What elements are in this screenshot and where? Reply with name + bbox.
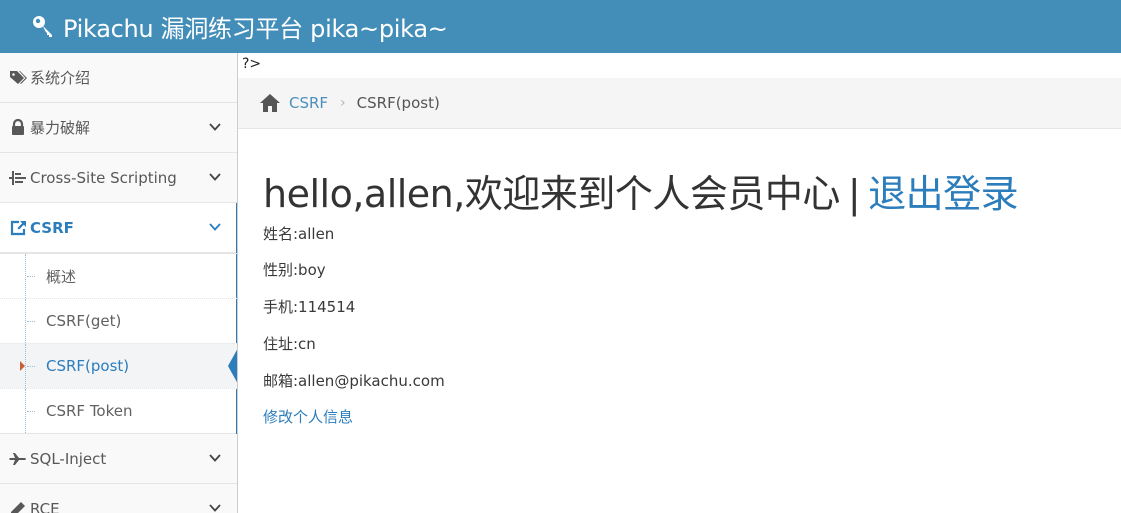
chevron-down-icon[interactable] <box>208 451 222 465</box>
submenu-item-csrf-post[interactable]: CSRF(post) <box>0 343 237 388</box>
chevron-down-icon[interactable] <box>208 120 222 134</box>
title-divider: | <box>847 172 861 216</box>
sidebar-item-label: CSRF <box>30 218 74 237</box>
profile-email: 邮箱:allen@pikachu.com <box>263 372 445 390</box>
list-icon <box>8 168 28 188</box>
sidebar-item-bruteforce[interactable]: 暴力破解 <box>0 103 237 153</box>
breadcrumb: CSRF › CSRF(post) <box>238 78 1121 129</box>
page-title: hello,allen,欢迎来到个人会员中心 | 退出登录 <box>263 163 1019 218</box>
stray-php-text: ?> <box>242 56 262 72</box>
sidebar: 系统介绍 暴力破解 Cross-Site Scripting CSRF 概述 C… <box>0 53 238 513</box>
sidebar-item-label: Cross-Site Scripting <box>30 168 177 187</box>
plane-icon <box>8 449 28 469</box>
brand[interactable]: Pikachu 漏洞练习平台 pika~pika~ <box>31 9 448 43</box>
breadcrumb-separator: › <box>340 95 346 111</box>
csrf-submenu: 概述 CSRF(get) CSRF(post) CSRF Token <box>0 253 237 434</box>
profile-address: 住址:cn <box>263 335 316 353</box>
submenu-item-label: 概述 <box>46 267 77 286</box>
brand-title: Pikachu 漏洞练习平台 pika~pika~ <box>63 14 448 43</box>
sidebar-item-sqli[interactable]: SQL-Inject <box>0 434 237 484</box>
greeting-text: hello,allen,欢迎来到个人会员中心 <box>263 172 840 216</box>
sidebar-item-label: 暴力破解 <box>30 119 91 137</box>
sidebar-item-xss[interactable]: Cross-Site Scripting <box>0 153 237 203</box>
top-navbar: Pikachu 漏洞练习平台 pika~pika~ <box>0 0 1121 53</box>
active-pointer-icon <box>228 348 237 384</box>
breadcrumb-current: CSRF(post) <box>356 94 440 112</box>
breadcrumb-link-csrf[interactable]: CSRF <box>289 94 328 112</box>
sidebar-item-intro[interactable]: 系统介绍 <box>0 53 237 103</box>
logout-link[interactable]: 退出登录 <box>868 172 1019 216</box>
profile-name: 姓名:allen <box>263 225 335 243</box>
profile-phone: 手机:114514 <box>263 298 356 316</box>
chevron-down-icon[interactable] <box>208 501 222 513</box>
chevron-down-icon[interactable] <box>208 220 222 234</box>
submenu-item-label: CSRF Token <box>46 402 133 420</box>
caret-right-icon <box>20 361 25 371</box>
chevron-down-icon[interactable] <box>208 170 222 184</box>
sidebar-item-label: 系统介绍 <box>30 69 91 87</box>
sidebar-item-label: SQL-Inject <box>30 449 107 468</box>
main-content: ?> CSRF › CSRF(post) hello,allen,欢迎来到个人会… <box>238 53 1121 513</box>
submenu-item-label: CSRF(post) <box>46 357 130 375</box>
pencil-icon <box>8 499 28 513</box>
submenu-item-csrf-token[interactable]: CSRF Token <box>0 388 237 433</box>
edit-profile-link[interactable]: 修改个人信息 <box>263 406 353 427</box>
home-icon[interactable] <box>259 93 281 113</box>
share-square-icon <box>8 218 28 238</box>
key-icon <box>31 14 55 38</box>
submenu-item-overview[interactable]: 概述 <box>0 253 237 298</box>
sidebar-item-label: RCE <box>30 499 60 513</box>
lock-icon <box>8 118 28 138</box>
sidebar-item-csrf[interactable]: CSRF <box>0 203 237 435</box>
submenu-item-csrf-get[interactable]: CSRF(get) <box>0 298 237 343</box>
sidebar-item-rce[interactable]: RCE <box>0 484 237 513</box>
tag-icon <box>8 68 28 88</box>
submenu-item-label: CSRF(get) <box>46 312 122 330</box>
profile-gender: 性别:boy <box>263 261 326 279</box>
